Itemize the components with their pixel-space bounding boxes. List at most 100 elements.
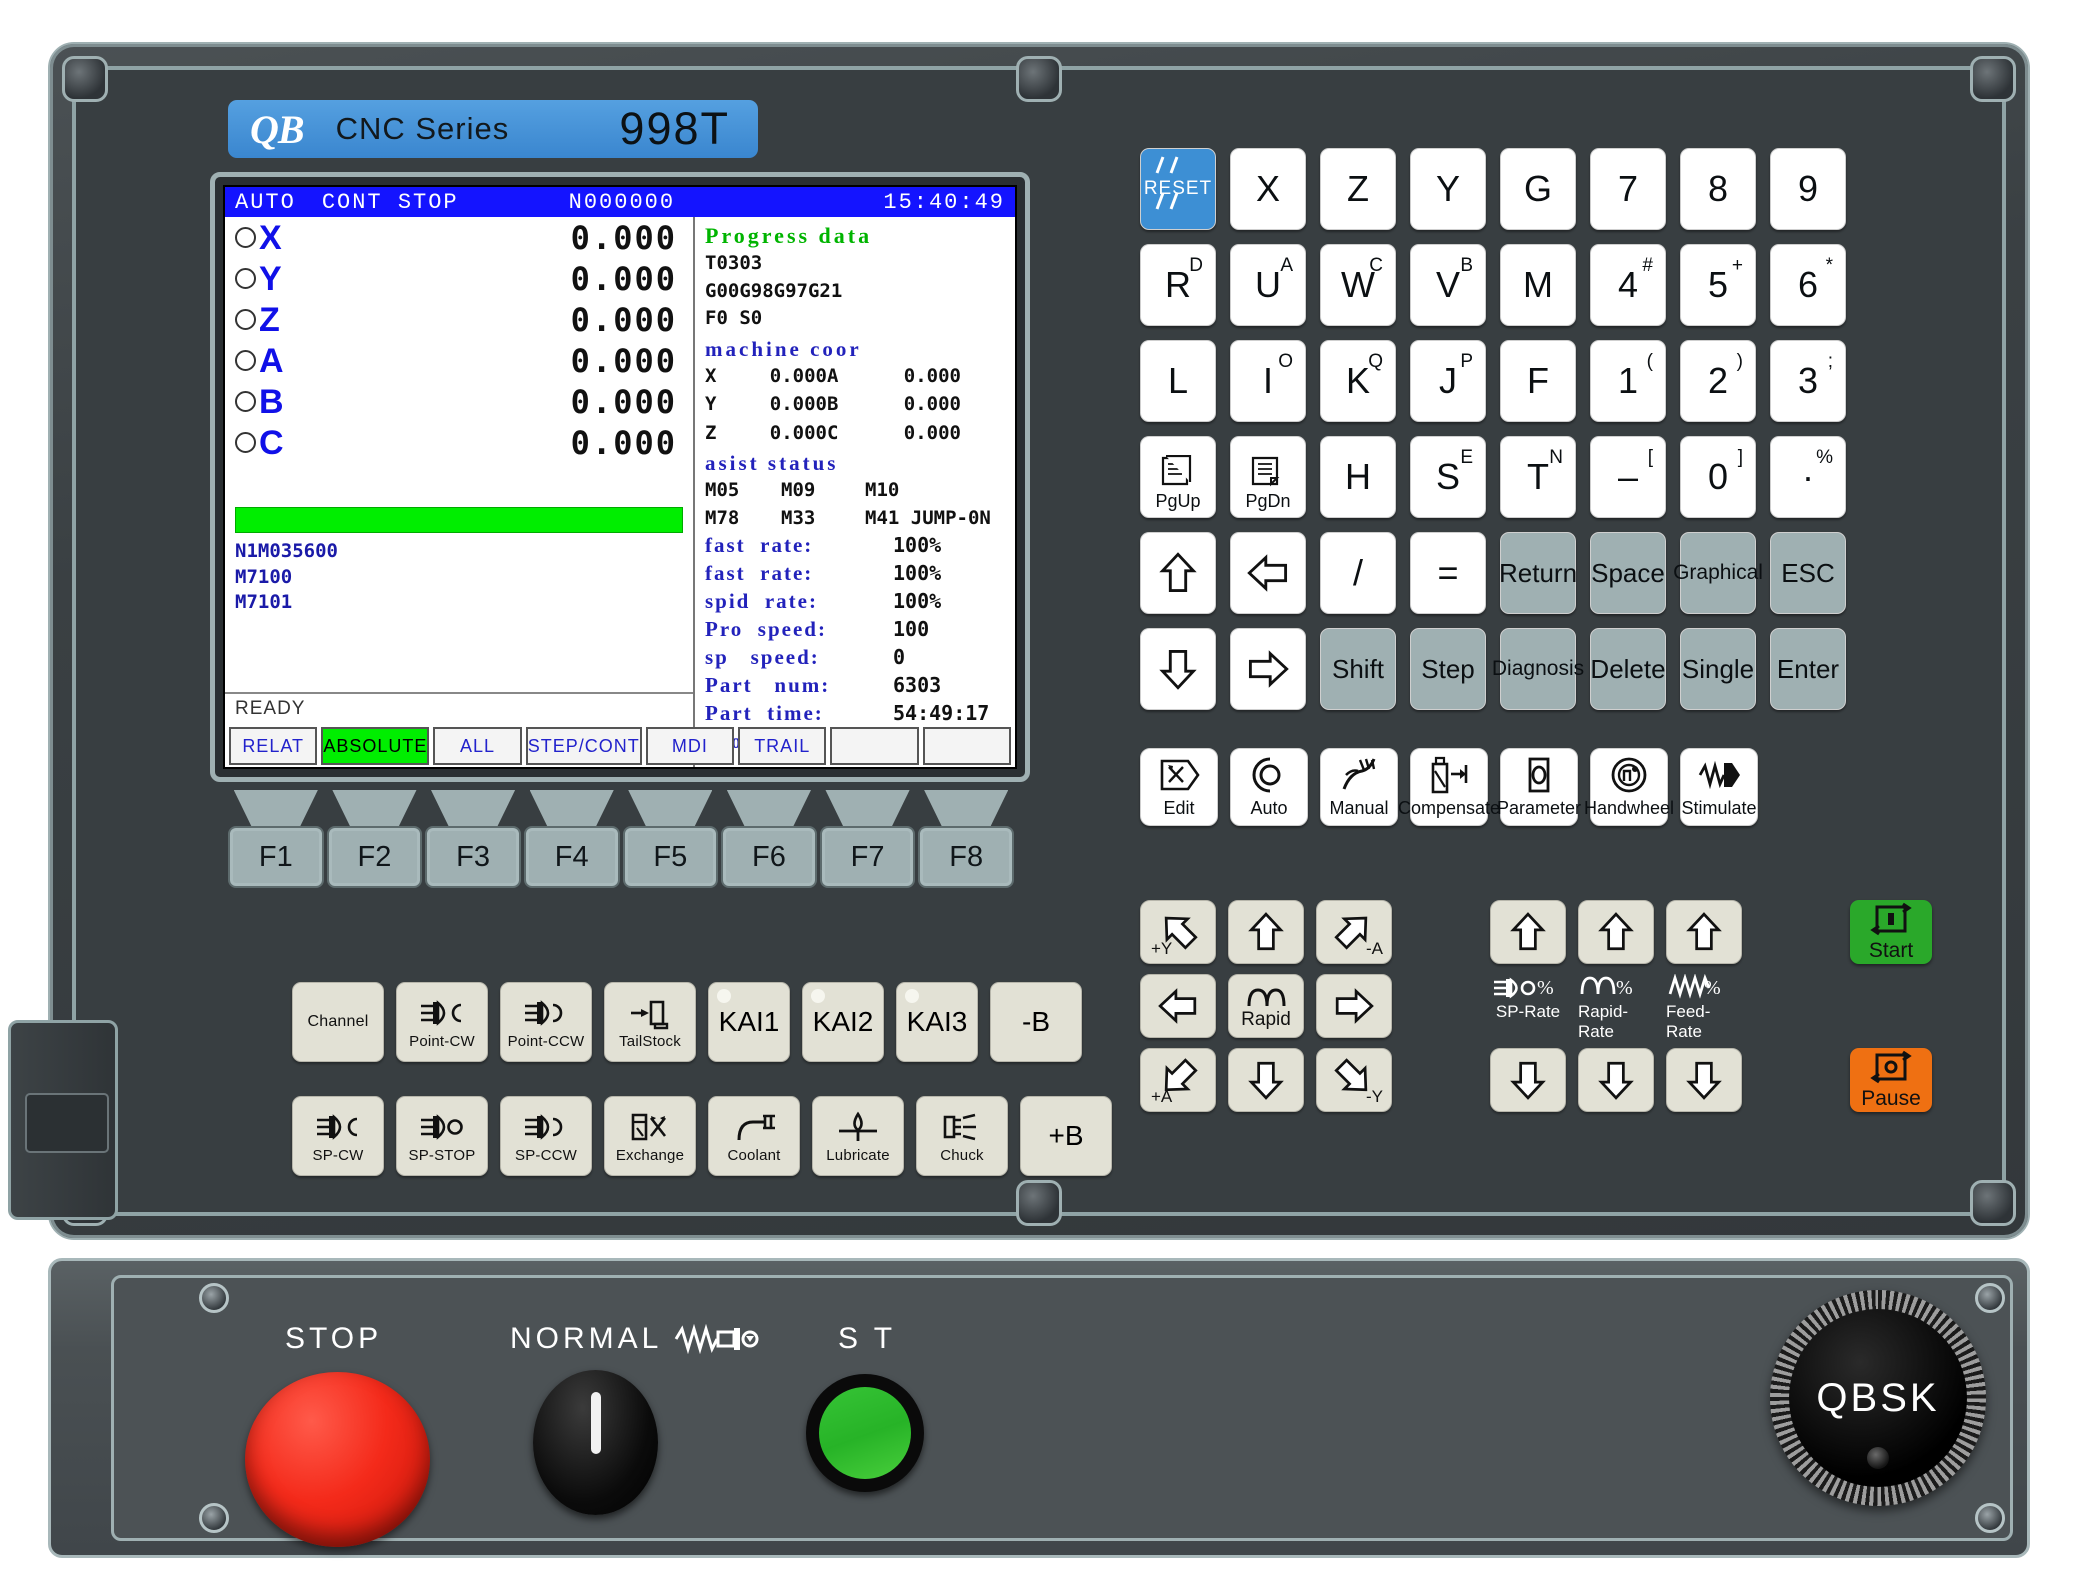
st-button[interactable] — [806, 1374, 924, 1492]
jog-key-a[interactable]: +A — [1140, 1048, 1216, 1112]
key-8[interactable]: 8 — [1680, 148, 1756, 230]
softkey-tab-all[interactable]: ALL — [433, 727, 522, 765]
machine-button--b[interactable]: +B — [1020, 1096, 1112, 1176]
softkey-tab-trail[interactable]: TRAIL — [738, 727, 827, 765]
rate-down-rapid-rate[interactable] — [1578, 1048, 1654, 1112]
key-7[interactable]: 7 — [1590, 148, 1666, 230]
emergency-stop-button[interactable] — [238, 1365, 437, 1554]
machine-button-kai2[interactable]: KAI2 — [802, 982, 884, 1062]
key-g[interactable]: G — [1500, 148, 1576, 230]
key-arrow-left[interactable] — [1230, 532, 1306, 614]
key--[interactable]: / — [1320, 532, 1396, 614]
key-k[interactable]: KQ — [1320, 340, 1396, 422]
key-diagnosis[interactable]: Diagnosis — [1492, 628, 1584, 710]
mode-key-compensate[interactable]: Compensate — [1398, 748, 1500, 826]
key-arrow-right[interactable] — [1230, 628, 1306, 710]
key-f[interactable]: F — [1500, 340, 1576, 422]
key-step[interactable]: Step — [1410, 628, 1486, 710]
machine-button-sp-stop[interactable]: SP-STOP — [396, 1096, 488, 1176]
key-0[interactable]: 0] — [1680, 436, 1756, 518]
jog-key-rapid[interactable]: Rapid — [1228, 974, 1304, 1038]
softkey-tab-7[interactable] — [830, 727, 919, 765]
mode-key-stimulate[interactable]: Stimulate — [1680, 748, 1758, 826]
key-shift[interactable]: Shift — [1320, 628, 1396, 710]
key-pgup[interactable]: PgUp — [1140, 436, 1216, 518]
key-6[interactable]: 6 * — [1770, 244, 1846, 326]
handwheel-dial[interactable]: QBSK — [1770, 1290, 1986, 1506]
key-arrow-up[interactable] — [1140, 532, 1216, 614]
key-s[interactable]: SE — [1410, 436, 1486, 518]
cycle-pause-button[interactable]: Pause — [1850, 1048, 1932, 1112]
key-enter[interactable]: Enter — [1770, 628, 1846, 710]
key-3[interactable]: 3; — [1770, 340, 1846, 422]
softkey-tab-relat[interactable]: RELAT — [229, 727, 318, 765]
machine-button-point-ccw[interactable]: Point-CCW — [500, 982, 592, 1062]
key-pgdn[interactable]: PgDn — [1230, 436, 1306, 518]
machine-button-sp-ccw[interactable]: SP-CCW — [500, 1096, 592, 1176]
machine-button-coolant[interactable]: Coolant — [708, 1096, 800, 1176]
rate-down-feed-rate[interactable] — [1666, 1048, 1742, 1112]
key-m[interactable]: M — [1500, 244, 1576, 326]
key-reset[interactable]: RESET — [1140, 148, 1216, 230]
function-key-f5[interactable]: F5 — [622, 826, 719, 888]
machine-button-kai3[interactable]: KAI3 — [896, 982, 978, 1062]
key-9[interactable]: 9 — [1770, 148, 1846, 230]
key-2[interactable]: 2) — [1680, 340, 1756, 422]
jog-key-a[interactable]: -A — [1316, 900, 1392, 964]
key-j[interactable]: JP — [1410, 340, 1486, 422]
function-key-f8[interactable]: F8 — [918, 826, 1014, 888]
jog-key-up[interactable] — [1228, 900, 1304, 964]
key-4[interactable]: 4 # — [1590, 244, 1666, 326]
key-space[interactable]: Space — [1590, 532, 1666, 614]
rate-up-sp-rate[interactable] — [1490, 900, 1566, 964]
key-arrow-down[interactable] — [1140, 628, 1216, 710]
key-single[interactable]: Single — [1680, 628, 1756, 710]
function-key-f1[interactable]: F1 — [228, 826, 324, 888]
jog-key-right[interactable] — [1316, 974, 1392, 1038]
function-key-f2[interactable]: F2 — [326, 826, 423, 888]
mode-key-manual[interactable]: Manual — [1320, 748, 1398, 826]
machine-button-kai1[interactable]: KAI1 — [708, 982, 790, 1062]
jog-key-y[interactable]: -Y — [1316, 1048, 1392, 1112]
softkey-tab-step-cont[interactable]: STEP/CONT — [525, 727, 642, 765]
key-t[interactable]: TN — [1500, 436, 1576, 518]
key-u[interactable]: UA — [1230, 244, 1306, 326]
rate-down-sp-rate[interactable] — [1490, 1048, 1566, 1112]
rate-up-feed-rate[interactable] — [1666, 900, 1742, 964]
function-key-f4[interactable]: F4 — [523, 826, 620, 888]
key-1[interactable]: 1( — [1590, 340, 1666, 422]
softkey-tab-absolute[interactable]: ABSOLUTE — [321, 727, 430, 765]
key-x[interactable]: X — [1230, 148, 1306, 230]
key-r[interactable]: RD — [1140, 244, 1216, 326]
machine-button-tailstock[interactable]: TailStock — [604, 982, 696, 1062]
softkey-tab-8[interactable] — [922, 727, 1012, 765]
mode-key-parameter[interactable]: Parameter — [1497, 748, 1581, 826]
mode-selector-knob[interactable] — [533, 1370, 658, 1515]
machine-button-channel[interactable]: Channel — [292, 982, 384, 1062]
machine-button--b[interactable]: -B — [990, 982, 1082, 1062]
mode-key-edit[interactable]: Edit — [1140, 748, 1218, 826]
function-key-f6[interactable]: F6 — [721, 826, 817, 888]
machine-button-point-cw[interactable]: Point-CW — [396, 982, 488, 1062]
machine-button-lubricate[interactable]: Lubricate — [812, 1096, 904, 1176]
key-l[interactable]: L — [1140, 340, 1216, 422]
key-5[interactable]: 5 + — [1680, 244, 1756, 326]
jog-key-left[interactable] — [1140, 974, 1216, 1038]
softkey-tab-mdi[interactable]: MDI — [645, 727, 735, 765]
machine-button-chuck[interactable]: Chuck — [916, 1096, 1008, 1176]
key-delete[interactable]: Delete — [1590, 628, 1666, 710]
key-graphical[interactable]: Graphical — [1673, 532, 1763, 614]
machine-button-exchange[interactable]: Exchange — [604, 1096, 696, 1176]
cycle-start-button[interactable]: Start — [1850, 900, 1932, 964]
jog-key-down[interactable] — [1228, 1048, 1304, 1112]
mode-key-handwheel[interactable]: Handwheel — [1584, 748, 1674, 826]
key-w[interactable]: WC — [1320, 244, 1396, 326]
key-i[interactable]: IO — [1230, 340, 1306, 422]
key--[interactable]: = — [1410, 532, 1486, 614]
key-z[interactable]: Z — [1320, 148, 1396, 230]
key--[interactable]: ·% — [1770, 436, 1846, 518]
key-esc[interactable]: ESC — [1770, 532, 1846, 614]
function-key-f3[interactable]: F3 — [425, 826, 521, 888]
function-key-f7[interactable]: F7 — [819, 826, 916, 888]
key--[interactable]: –[ — [1590, 436, 1666, 518]
